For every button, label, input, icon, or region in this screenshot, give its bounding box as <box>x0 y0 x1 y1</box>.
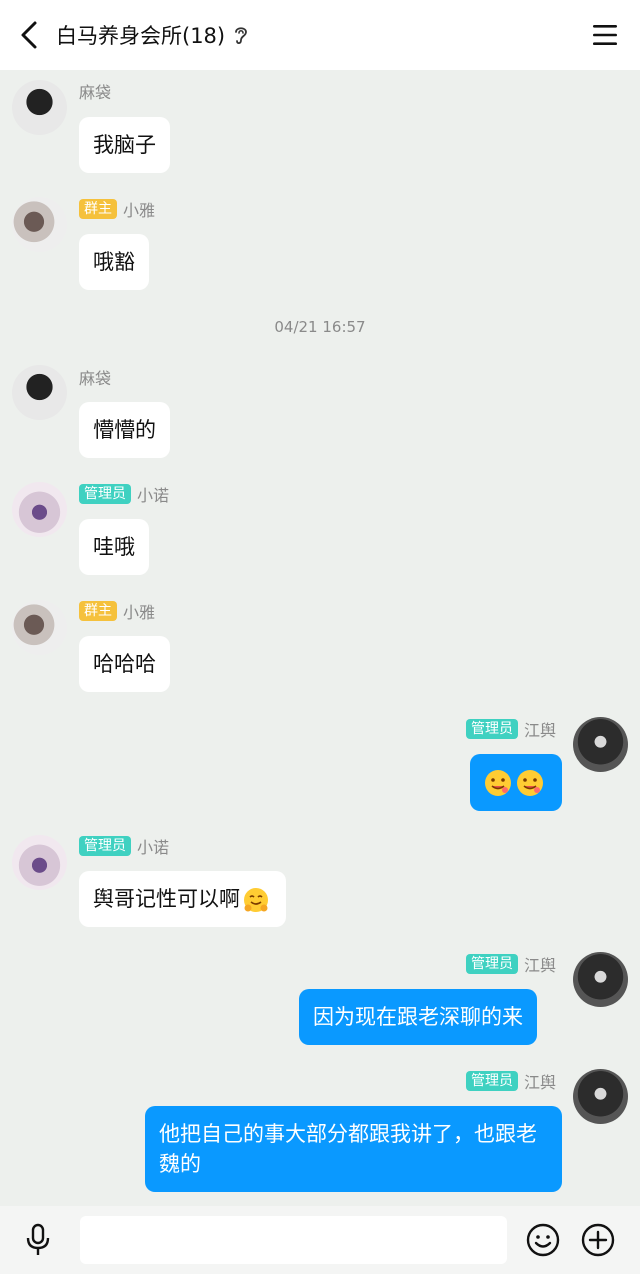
admin-badge: 管理员 <box>465 719 518 739</box>
plus-circle-icon <box>581 1223 615 1257</box>
avatar[interactable] <box>12 835 67 890</box>
avatar[interactable] <box>12 365 67 420</box>
message-bubble[interactable]: 懵懵的 <box>79 402 170 458</box>
sender-name: 小诺 <box>137 838 170 857</box>
hamburger-menu-icon <box>593 25 617 45</box>
menu-button[interactable] <box>590 20 620 50</box>
message-bubble[interactable]: 哦豁 <box>79 234 149 290</box>
message-bubble[interactable]: 他把自己的事大部分都跟我讲了，也跟老魏的 <box>145 1106 562 1192</box>
sender-name: 江舆 <box>523 956 556 975</box>
message-bubble[interactable] <box>470 754 562 811</box>
message-text: 他把自己的事大部分都跟我讲了，也跟老魏的 <box>159 1122 537 1176</box>
input-bar <box>0 1206 640 1274</box>
drooling-face-emoji <box>517 770 543 796</box>
message-text: 哈哈哈 <box>93 652 156 676</box>
sender-name: 小诺 <box>137 486 170 505</box>
message-bubble[interactable]: 我脑子 <box>79 117 170 173</box>
admin-badge: 管理员 <box>79 836 131 856</box>
owner-badge: 群主 <box>79 601 117 621</box>
sender-name: 小雅 <box>123 603 156 622</box>
voice-button[interactable] <box>20 1222 56 1258</box>
owner-badge: 群主 <box>79 199 117 219</box>
sender-row: 管理员 小诺 <box>79 483 169 505</box>
message-list[interactable]: 麻袋 我脑子 群主 小雅 哦豁 04/21 16:57 麻袋 懵懵的 管理员 小… <box>0 70 640 1206</box>
sender-name: 麻袋 <box>79 83 112 102</box>
admin-badge: 管理员 <box>465 954 518 974</box>
sender-row: 麻袋 <box>79 366 111 388</box>
avatar[interactable] <box>12 80 67 135</box>
sender-row: 管理员 江舆 <box>465 1070 556 1092</box>
sender-row: 管理员 江舆 <box>465 953 556 975</box>
avatar[interactable] <box>573 717 628 772</box>
avatar[interactable] <box>12 600 67 655</box>
message-text: 哦豁 <box>93 250 135 274</box>
sender-name: 麻袋 <box>79 369 112 388</box>
message-text: 懵懵的 <box>93 418 156 442</box>
message-timestamp: 04/21 16:57 <box>274 318 366 336</box>
sender-row: 群主 小雅 <box>79 198 155 220</box>
message-bubble[interactable]: 舆哥记性可以啊 <box>79 871 286 927</box>
sender-row: 群主 小雅 <box>79 600 155 622</box>
message-text: 因为现在跟老深聊的来 <box>313 1005 523 1029</box>
group-title: 白马养身会所(18) <box>56 24 226 48</box>
avatar[interactable] <box>573 952 628 1007</box>
sender-row: 麻袋 <box>79 80 111 102</box>
microphone-icon <box>26 1223 50 1255</box>
chevron-left-icon <box>21 21 37 49</box>
sender-name: 江舆 <box>523 1073 556 1092</box>
avatar[interactable] <box>12 197 67 252</box>
admin-badge: 管理员 <box>79 484 131 504</box>
chat-header: 白马养身会所(18) <box>0 0 640 70</box>
drooling-face-emoji <box>485 770 511 796</box>
title-area[interactable]: 白马养身会所(18) <box>56 0 249 70</box>
avatar[interactable] <box>12 482 67 537</box>
sender-name: 江舆 <box>523 721 556 740</box>
sender-row: 管理员 江舆 <box>465 718 556 740</box>
message-input[interactable] <box>80 1216 507 1264</box>
sender-row: 管理员 小诺 <box>79 835 169 857</box>
message-bubble[interactable]: 哇哦 <box>79 519 149 575</box>
emoji-button[interactable] <box>525 1222 561 1258</box>
more-button[interactable] <box>580 1222 616 1258</box>
avatar[interactable] <box>573 1069 628 1124</box>
sender-name: 小雅 <box>123 201 156 220</box>
message-text: 我脑子 <box>93 133 156 157</box>
message-text: 舆哥记性可以啊 <box>93 887 240 911</box>
back-button[interactable] <box>12 18 46 52</box>
smiley-face-icon <box>526 1223 560 1257</box>
message-bubble[interactable]: 因为现在跟老深聊的来 <box>299 989 537 1045</box>
message-bubble[interactable]: 哈哈哈 <box>79 636 170 692</box>
hugging-face-emoji <box>244 888 268 912</box>
message-text: 哇哦 <box>93 535 135 559</box>
ear-icon <box>233 24 249 46</box>
admin-badge: 管理员 <box>465 1071 518 1091</box>
